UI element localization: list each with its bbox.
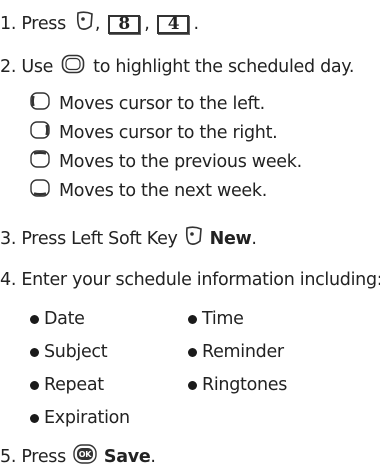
bullet-expiration-text: Expiration — [44, 408, 130, 428]
bullet-dot — [188, 314, 197, 324]
bullet-expiration: Expiration — [30, 407, 130, 429]
nav-left-icon — [30, 92, 50, 116]
sub-item-left-text: Moves cursor to the left. — [59, 94, 265, 114]
svg-text:OK: OK — [79, 450, 93, 459]
sub-item-left: Moves cursor to the left. — [30, 92, 265, 116]
step-4-text: 4. Enter your schedule information inclu… — [0, 270, 380, 290]
step-5-end: . — [150, 447, 156, 467]
sub-item-right-text: Moves cursor to the right. — [59, 123, 278, 143]
bullet-date: Date — [30, 308, 85, 330]
bullet-dot — [30, 347, 39, 357]
step-5-save: Save — [103, 447, 151, 467]
bullet-reminder-text: Reminder — [202, 342, 284, 362]
bullet-dot — [30, 413, 39, 423]
bullet-subject-text: Subject — [44, 342, 108, 362]
step-1: 1. Press , 8 , 4 . — [0, 10, 199, 38]
bullet-dot — [30, 380, 39, 390]
key-4-icon: 4 — [157, 14, 190, 34]
step-2: 2. Use to highlight the scheduled day. — [0, 54, 354, 80]
step-2-after: to highlight the scheduled day. — [93, 57, 355, 77]
bullet-dot — [30, 314, 39, 324]
bullet-time: Time — [188, 308, 244, 330]
sub-item-up-text: Moves to the previous week. — [59, 152, 302, 172]
step-5-text: 5. Press — [0, 447, 66, 467]
step-3-new: New — [209, 229, 252, 249]
step-3-text: 3. Press Left Soft Key — [0, 229, 178, 249]
bullet-ringtones: Ringtones — [188, 374, 287, 396]
bullet-reminder: Reminder — [188, 341, 284, 363]
step-1-sep-1: , — [94, 14, 101, 34]
bullet-date-text: Date — [44, 309, 85, 329]
sub-item-up: Moves to the previous week. — [30, 150, 302, 174]
step-1-text: 1. Press — [0, 14, 66, 34]
nav-down-icon — [30, 179, 50, 203]
key-8-icon: 8 — [108, 14, 141, 34]
step-3: 3. Press Left Soft Key New . — [0, 225, 257, 253]
step-4: 4. Enter your schedule information inclu… — [0, 269, 380, 291]
left-soft-key-icon — [184, 225, 204, 253]
bullet-ringtones-text: Ringtones — [202, 375, 288, 395]
nav-up-icon — [30, 150, 50, 174]
bullet-dot — [188, 347, 197, 357]
navigation-key-icon — [61, 54, 85, 80]
left-soft-key-icon — [75, 10, 95, 38]
step-2-before: 2. Use — [0, 57, 54, 77]
sub-item-down-text: Moves to the next week. — [59, 181, 267, 201]
bullet-time-text: Time — [202, 309, 244, 329]
sub-item-right: Moves cursor to the right. — [30, 121, 278, 145]
step-5: 5. Press OK Save . — [0, 444, 156, 470]
step-3-end: . — [251, 229, 257, 249]
step-1-sep-2: , — [144, 14, 150, 34]
bullet-repeat: Repeat — [30, 374, 104, 396]
ok-key-icon: OK — [73, 444, 97, 470]
step-1-end: . — [193, 14, 199, 34]
bullet-repeat-text: Repeat — [44, 375, 104, 395]
nav-right-icon — [30, 121, 50, 145]
bullet-dot — [188, 380, 197, 390]
sub-item-down: Moves to the next week. — [30, 179, 267, 203]
bullet-subject: Subject — [30, 341, 108, 363]
